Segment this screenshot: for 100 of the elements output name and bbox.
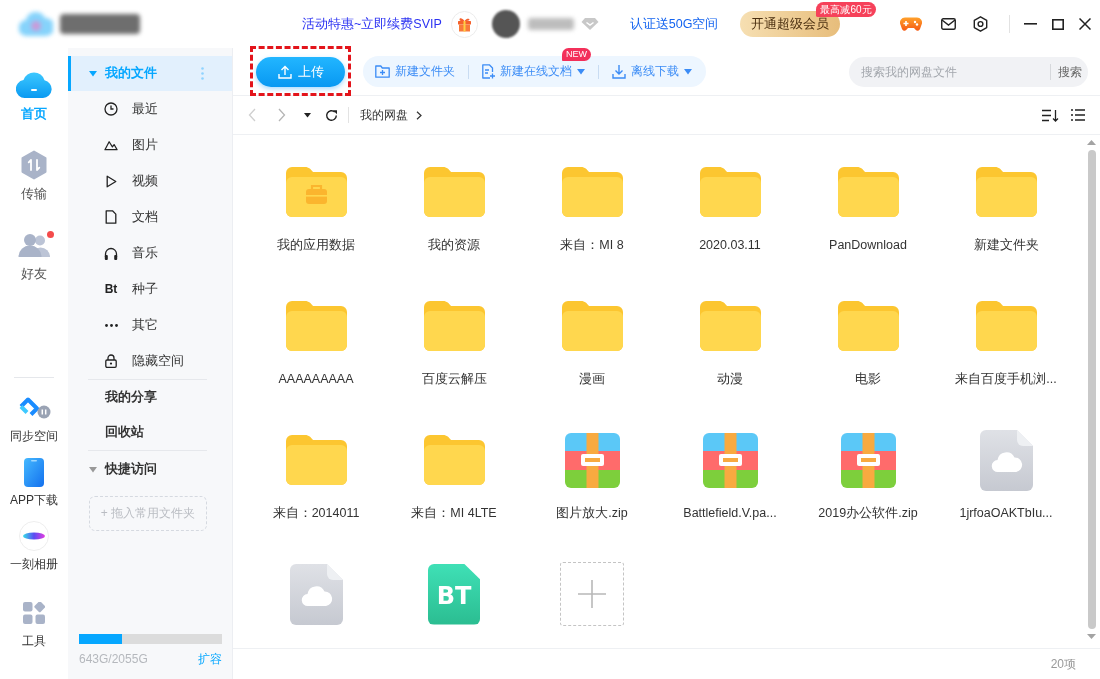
scroll-up-arrow-icon[interactable]	[1087, 140, 1096, 145]
cloud-file-icon[interactable]	[979, 429, 1033, 491]
scrollbar-thumb[interactable]	[1087, 150, 1096, 629]
zip-archive-icon[interactable]	[840, 432, 896, 488]
sidebar-item[interactable]: 回收站	[68, 415, 232, 450]
blurred-username	[527, 18, 574, 30]
file-name[interactable]: 来自：MI 4LTE	[411, 505, 497, 521]
gift-icon[interactable]	[450, 10, 478, 38]
file-name[interactable]: AAAAAAAAA	[278, 371, 354, 387]
toolbox-folder-icon[interactable]	[285, 167, 347, 217]
cloud-icon	[16, 72, 52, 98]
document-icon	[105, 210, 117, 224]
folder-icon[interactable]	[699, 167, 761, 217]
discount-badge: 最高减60元	[816, 2, 876, 17]
sidebar-item[interactable]: 音乐	[68, 235, 232, 271]
verify-link[interactable]: 认证送50G空间	[629, 15, 719, 33]
sidebar-item[interactable]: 视频	[68, 163, 232, 199]
folder-icon[interactable]	[423, 435, 485, 485]
chevron-right-icon	[416, 110, 422, 120]
settings-icon[interactable]	[973, 16, 989, 32]
breadcrumb-item[interactable]: 我的网盘	[360, 106, 408, 124]
tools-grid-icon	[23, 602, 45, 624]
rail-tab[interactable]: 好友	[18, 230, 50, 282]
document-plus-icon	[482, 64, 495, 79]
download-icon	[612, 64, 626, 79]
item-count: 20项	[1050, 655, 1076, 673]
sort-icon[interactable]	[1042, 108, 1059, 122]
file-name[interactable]: 我的资源	[428, 237, 480, 253]
drop-zone: + 拖入常用文件夹	[89, 496, 207, 531]
avatar-placeholder[interactable]	[491, 10, 520, 38]
game-controller-icon[interactable]	[900, 16, 923, 32]
folder-icon[interactable]	[975, 301, 1037, 351]
caret-icon[interactable]	[304, 112, 311, 118]
file-name[interactable]: 来自百度手机浏...	[955, 371, 1057, 387]
dots-icon	[104, 323, 118, 327]
folder-icon[interactable]	[423, 301, 485, 351]
bt-icon: Bt	[104, 282, 118, 296]
sidebar-item[interactable]: 图片	[68, 127, 232, 163]
file-name[interactable]: 我的应用数据	[277, 237, 355, 253]
file-name[interactable]: 百度云解压	[421, 371, 487, 387]
play-icon	[105, 174, 117, 188]
file-name[interactable]: 动漫	[717, 371, 743, 387]
app-shortcut[interactable]: 工具	[22, 598, 46, 649]
folder-plus-icon	[375, 65, 390, 78]
app-shortcut[interactable]: 同步空间	[10, 393, 58, 444]
headphones-icon	[104, 246, 118, 260]
folder-icon[interactable]	[285, 301, 347, 351]
cloud-file-icon[interactable]	[289, 563, 343, 625]
close-icon[interactable]	[1079, 18, 1092, 30]
friends-icon	[18, 233, 50, 257]
folder-icon[interactable]	[837, 301, 899, 351]
diamond-icon[interactable]	[580, 17, 599, 31]
section-title[interactable]: 快捷访问	[105, 461, 157, 478]
lock-icon	[105, 354, 117, 368]
upload-tile[interactable]	[560, 562, 624, 626]
search-button[interactable]: 搜索	[1050, 63, 1082, 80]
folder-icon[interactable]	[837, 167, 899, 217]
promo-link[interactable]: 活动特惠~立即续费SVIP	[302, 15, 442, 33]
sidebar-item[interactable]: 文档	[68, 199, 232, 235]
mail-icon[interactable]	[941, 18, 957, 30]
zip-archive-icon[interactable]	[564, 432, 620, 488]
sidebar-item[interactable]: 其它	[68, 307, 232, 343]
transfer-icon	[20, 150, 48, 180]
refresh-icon[interactable]	[325, 108, 338, 122]
file-name[interactable]: 新建文件夹	[973, 237, 1039, 253]
app-shortcut[interactable]: 一刻相册	[10, 521, 58, 572]
file-name[interactable]: 来自：2014011	[272, 505, 360, 521]
folder-icon[interactable]	[561, 301, 623, 351]
file-name[interactable]: Battlefield.V.pa...	[683, 505, 777, 521]
zip-archive-icon[interactable]	[702, 432, 758, 488]
file-name[interactable]: 1jrfoaOAKTbIu...	[959, 505, 1053, 521]
file-name[interactable]: 来自：MI 8	[560, 237, 624, 253]
sidebar-item[interactable]: Bt 种子	[68, 271, 232, 307]
file-name[interactable]: 图片放大.zip	[556, 505, 628, 521]
sidebar-item[interactable]: 最近	[68, 91, 232, 127]
file-name[interactable]: 电影	[855, 371, 881, 387]
upload-icon	[277, 64, 292, 79]
rail-tab[interactable]: 传输	[20, 150, 48, 202]
list-view-icon[interactable]	[1071, 109, 1085, 121]
minimize-icon[interactable]	[1024, 23, 1038, 25]
file-name[interactable]: 2020.03.11	[699, 237, 761, 253]
folder-icon[interactable]	[975, 167, 1037, 217]
sidebar-item[interactable]: 我的分享	[68, 380, 232, 415]
more-icon[interactable]	[201, 67, 204, 80]
plus-icon	[578, 580, 606, 608]
file-name[interactable]: 漫画	[579, 371, 605, 387]
maximize-icon[interactable]	[1052, 18, 1065, 30]
file-name[interactable]: PanDownload	[829, 237, 907, 253]
folder-icon[interactable]	[423, 167, 485, 217]
clock-icon	[104, 102, 118, 116]
app-shortcut[interactable]: APP下载	[10, 457, 58, 508]
album-icon	[19, 521, 49, 551]
folder-icon[interactable]	[561, 167, 623, 217]
file-name[interactable]: 2019办公软件.zip	[818, 505, 918, 521]
sidebar-item[interactable]: 隐藏空间	[68, 343, 232, 379]
sync-icon	[17, 397, 51, 419]
scroll-down-arrow-icon[interactable]	[1087, 634, 1096, 639]
folder-icon[interactable]	[285, 435, 347, 485]
phone-icon	[24, 457, 44, 487]
folder-icon[interactable]	[699, 301, 761, 351]
